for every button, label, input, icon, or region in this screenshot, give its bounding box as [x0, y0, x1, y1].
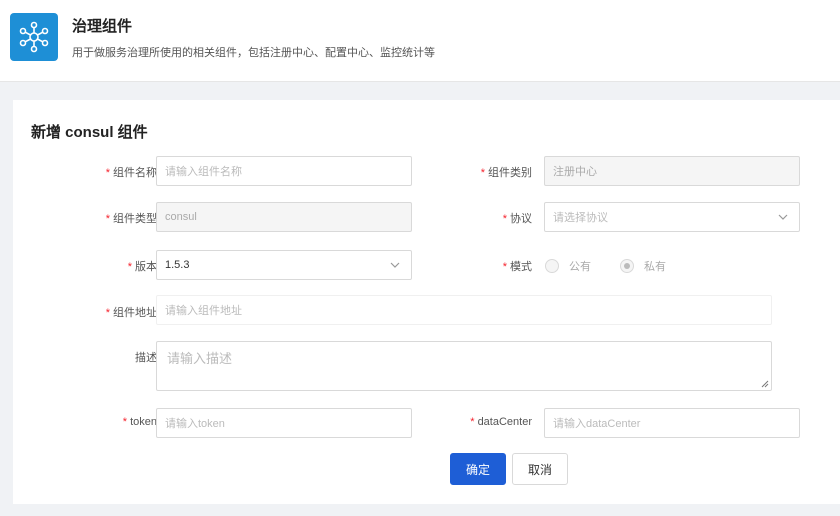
mode-label: * 模式	[502, 261, 532, 273]
token-input[interactable]: 请输入token	[156, 408, 412, 438]
component-address-label: * 组件地址	[105, 307, 157, 319]
radio-circle	[545, 259, 559, 273]
chevron-down-icon	[778, 214, 788, 220]
page-description: 用于做服务治理所使用的相关组件，包括注册中心、配置中心、监控统计等	[72, 47, 435, 59]
version-select[interactable]: 1.5.3	[156, 250, 412, 280]
data-center-input[interactable]: 请输入dataCenter	[544, 408, 800, 438]
description-textarea[interactable]: 请输入描述	[156, 341, 772, 391]
page-title: 治理组件	[72, 18, 133, 35]
mode-radio-private[interactable]: 私有	[620, 258, 666, 274]
chevron-down-icon	[390, 262, 400, 268]
page-header: 治理组件 用于做服务治理所使用的相关组件，包括注册中心、配置中心、监控统计等	[0, 0, 840, 82]
network-nodes-icon	[10, 13, 58, 61]
required-mark: *	[105, 167, 110, 179]
token-label: * token	[122, 416, 157, 428]
component-name-input[interactable]: 请输入组件名称	[156, 156, 412, 186]
form-title: 新增 consul 组件	[31, 124, 148, 141]
radio-circle	[620, 259, 634, 273]
component-category-label: * 组件类别	[480, 167, 532, 179]
protocol-label: * 协议	[502, 213, 532, 225]
form-card: 新增 consul 组件 * 组件名称 请输入组件名称 * 组件类别 注册中心 * 组…	[13, 100, 840, 504]
version-label: * 版本	[127, 261, 157, 273]
component-category-input: 注册中心	[544, 156, 800, 186]
protocol-select[interactable]: 请选择协议	[544, 202, 800, 232]
component-type-input: consul	[156, 202, 412, 232]
component-address-input[interactable]: 请输入组件地址	[156, 295, 772, 325]
confirm-button[interactable]: 确定	[450, 453, 506, 485]
mode-radio-public[interactable]: 公有	[545, 258, 591, 274]
resize-handle-icon[interactable]	[761, 380, 769, 388]
data-center-label: * dataCenter	[470, 416, 532, 428]
description-label: 描述	[135, 352, 157, 364]
cancel-button[interactable]: 取消	[512, 453, 568, 485]
component-name-label: * 组件名称	[105, 167, 157, 179]
component-type-label: * 组件类型	[105, 213, 157, 225]
